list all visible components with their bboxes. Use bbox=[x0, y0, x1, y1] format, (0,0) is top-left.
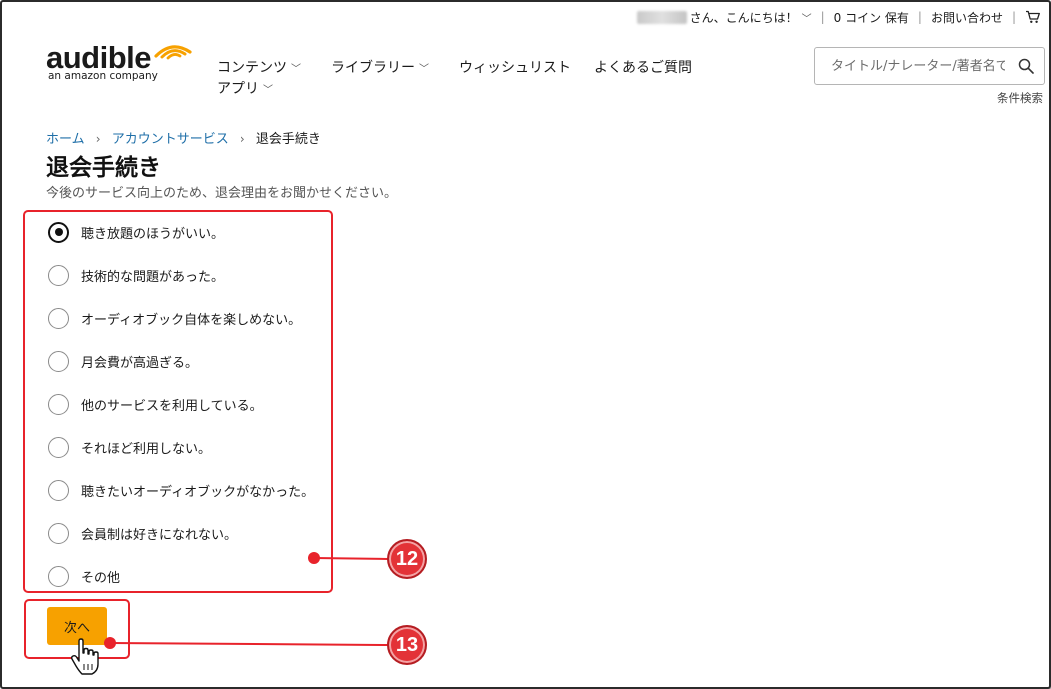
coin-balance[interactable]: 0 コイン 保有 bbox=[834, 9, 909, 26]
chevron-down-icon: ﹀ bbox=[291, 64, 301, 75]
search-input[interactable] bbox=[815, 48, 1005, 84]
annotation-badge-13: 13 bbox=[387, 625, 427, 665]
breadcrumb: ホーム › アカウントサービス › 退会手続き bbox=[46, 128, 321, 147]
breadcrumb-home[interactable]: ホーム bbox=[46, 132, 85, 147]
nav-item-label: アプリ bbox=[217, 81, 259, 97]
page-subtitle: 今後のサービス向上のため、退会理由をお聞かせください。 bbox=[46, 186, 398, 201]
divider: | bbox=[820, 10, 825, 24]
annotation-badge-12: 12 bbox=[387, 539, 427, 579]
logo-tagline: an amazon company bbox=[48, 70, 158, 82]
nav-item-label: よくあるご質問 bbox=[594, 60, 692, 76]
chevron-down-icon: ﹀ bbox=[419, 64, 429, 75]
account-menu[interactable]: さん、こんにちは！ ﹀ bbox=[690, 9, 812, 26]
nav-item-label: ライブラリー bbox=[331, 60, 415, 76]
search-box bbox=[814, 47, 1045, 85]
nav-item-faq[interactable]: よくあるご質問 bbox=[594, 57, 692, 77]
browser-frame: さん、こんにちは！ ﹀ | 0 コイン 保有 | お問い合わせ | audible… bbox=[0, 0, 1051, 689]
cart-icon[interactable] bbox=[1025, 10, 1041, 24]
divider: | bbox=[917, 10, 922, 24]
search-icon[interactable] bbox=[1018, 58, 1034, 74]
nav-item-wishlist[interactable]: ウィッシュリスト bbox=[459, 57, 571, 77]
annotation-highlight-reasons bbox=[23, 210, 333, 593]
chevron-right-icon: › bbox=[239, 132, 245, 146]
hand-pointer-cursor-icon bbox=[70, 638, 99, 675]
logo-waves-icon bbox=[154, 45, 192, 60]
nav-item-library[interactable]: ライブラリー ﹀ bbox=[331, 57, 429, 77]
advanced-search-link[interactable]: 条件検索 bbox=[997, 90, 1043, 106]
contact-link[interactable]: お問い合わせ bbox=[931, 9, 1003, 26]
audible-logo[interactable]: audible an amazon company bbox=[46, 36, 196, 88]
chevron-down-icon: ﹀ bbox=[263, 85, 273, 96]
nav-item-label: ウィッシュリスト bbox=[459, 60, 571, 76]
username-blurred bbox=[636, 10, 687, 24]
chevron-down-icon: ﹀ bbox=[801, 13, 812, 25]
divider: | bbox=[1011, 10, 1016, 24]
page-title: 退会手続き bbox=[46, 155, 161, 181]
breadcrumb-account-service[interactable]: アカウントサービス bbox=[112, 132, 229, 147]
chevron-right-icon: › bbox=[95, 132, 101, 146]
utility-bar: さん、こんにちは！ ﹀ | 0 コイン 保有 | お問い合わせ | bbox=[636, 8, 1041, 26]
nav-item-apps[interactable]: アプリ ﹀ bbox=[217, 78, 273, 98]
greeting-text: さん、こんにちは！ bbox=[689, 10, 798, 25]
breadcrumb-current: 退会手続き bbox=[255, 132, 321, 147]
nav-item-label: コンテンツ bbox=[217, 60, 287, 76]
nav-item-contents[interactable]: コンテンツ ﹀ bbox=[217, 57, 301, 77]
